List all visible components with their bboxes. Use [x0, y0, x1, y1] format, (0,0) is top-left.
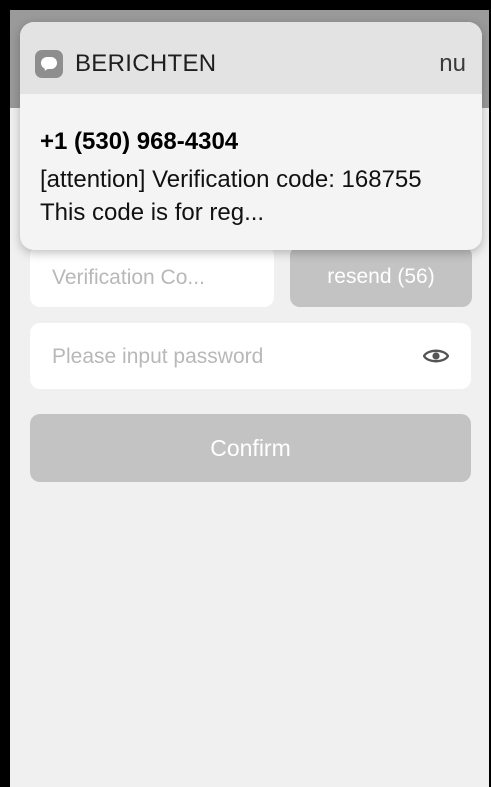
confirm-button-label: Confirm: [210, 435, 291, 461]
notification-message: [attention] Verification code: 168755 Th…: [40, 166, 422, 226]
verification-code-input[interactable]: Verification Co...: [30, 246, 274, 307]
notification-time: nu: [439, 50, 466, 77]
device-frame: Verification Co... resend (56) Please in…: [0, 0, 491, 787]
eye-icon[interactable]: [423, 347, 449, 365]
resend-button-label: resend (56): [327, 265, 435, 288]
confirm-button[interactable]: Confirm: [30, 414, 471, 482]
verification-code-placeholder: Verification Co...: [52, 266, 205, 289]
resend-button[interactable]: resend (56): [290, 246, 472, 307]
notification-banner[interactable]: BERICHTEN nu +1 (530) 968-4304 [attentio…: [20, 22, 482, 250]
app-screen: Verification Co... resend (56) Please in…: [10, 10, 489, 787]
notification-header: BERICHTEN nu: [20, 22, 482, 94]
password-placeholder: Please input password: [52, 345, 264, 368]
message-bubble-icon: [35, 50, 63, 78]
notification-sender: +1 (530) 968-4304: [40, 128, 239, 155]
notification-app-name: BERICHTEN: [75, 50, 217, 77]
password-input[interactable]: Please input password: [30, 323, 471, 389]
